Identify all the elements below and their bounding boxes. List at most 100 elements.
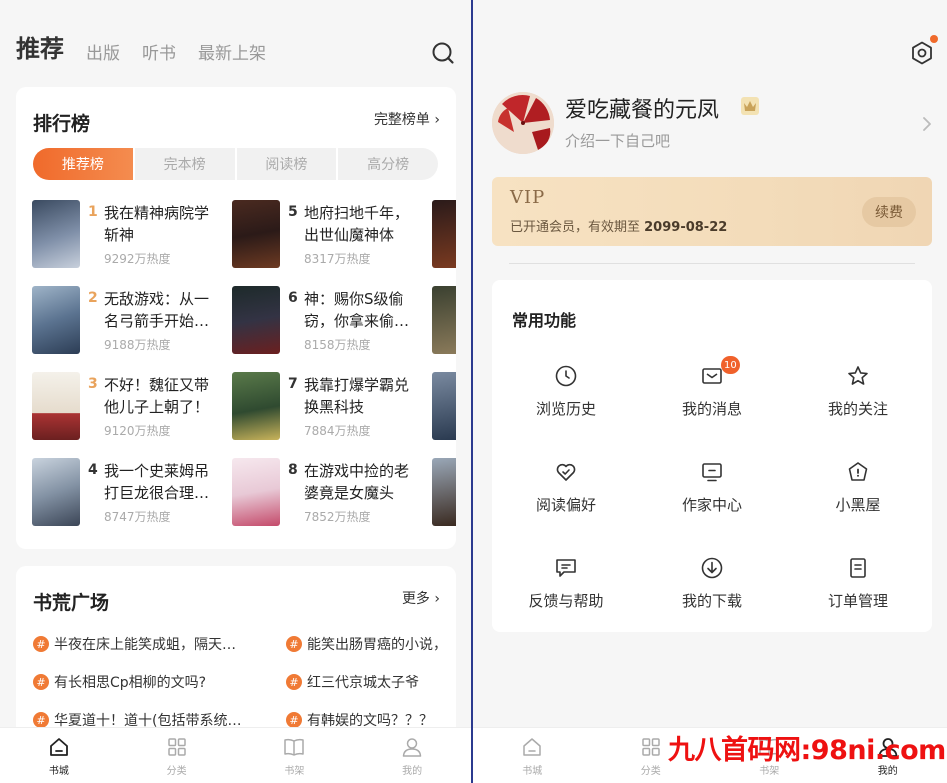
book-item[interactable]: 3 不好！魏征又带他儿子上朝了！ 9120万热度 (32, 372, 232, 442)
book-heat: 8317万热度 (304, 252, 371, 266)
nav-profile[interactable]: 我的 (353, 728, 471, 783)
book-heat: 9188万热度 (104, 338, 171, 352)
nav-bookshelf[interactable]: 书架 (236, 728, 354, 783)
username: 爱吃藏餐的元凤 (565, 98, 720, 123)
book-title: 我靠打爆学霸兑换黑科技 (304, 376, 410, 416)
star-icon (848, 366, 868, 385)
function-downloads[interactable]: 我的下载 (652, 556, 772, 616)
book-item[interactable]: 8 在游戏中捡的老婆竟是女魔头 7852万热度 (232, 458, 432, 528)
ranking-tab-recommend[interactable]: 推荐榜 (33, 148, 133, 180)
book-cover[interactable] (432, 286, 456, 354)
plaza-topic[interactable]: # 红三代京城太子爷 (286, 672, 456, 692)
chevron-right-icon: › (434, 591, 440, 607)
ranking-tabs: 推荐榜 完本榜 阅读榜 高分榜 (33, 148, 438, 180)
function-reading-preference[interactable]: 阅读偏好 (506, 460, 626, 520)
chevron-right-icon[interactable] (921, 114, 933, 134)
category-icon (167, 737, 186, 756)
bookshelf-icon (284, 738, 305, 756)
function-orders[interactable]: 订单管理 (798, 556, 918, 616)
book-cover (32, 286, 80, 354)
house-icon (848, 462, 868, 481)
book-cover (232, 286, 280, 354)
settings-icon[interactable] (909, 40, 935, 66)
function-label: 小黑屋 (835, 496, 881, 514)
function-label: 订单管理 (827, 592, 888, 610)
book-cover[interactable] (432, 372, 456, 440)
hashtag-icon: # (286, 712, 302, 728)
hashtag-icon: # (33, 712, 49, 728)
book-cover (232, 372, 280, 440)
function-following[interactable]: 我的关注 (798, 364, 918, 424)
function-feedback[interactable]: 反馈与帮助 (506, 556, 626, 616)
ranking-tab-completed[interactable]: 完本榜 (134, 148, 235, 180)
full-ranking-link[interactable]: 完整榜单 › (374, 109, 440, 129)
nav-category[interactable]: 分类 (118, 728, 236, 783)
book-heat: 8158万热度 (304, 338, 371, 352)
monitor-icon (702, 463, 722, 482)
function-writer-center[interactable]: 作家中心 (652, 460, 772, 520)
nav-label: 书架 (284, 765, 305, 777)
book-item[interactable]: 6 神：赐你S级偷窃，你拿来偷… 8158万热度 (232, 286, 432, 356)
nav-label: 书城 (522, 765, 543, 777)
clock-icon (555, 365, 577, 387)
bookstore-icon (49, 737, 68, 756)
book-item[interactable]: 5 地府扫地千年，出世仙魔神体 8317万热度 (232, 200, 432, 270)
function-label: 作家中心 (681, 496, 742, 514)
nav-bookstore[interactable]: 书城 (0, 728, 118, 783)
vip-card[interactable]: VIP 已开通会员，有效期至 2099-08-22 续费 (492, 177, 932, 246)
function-history[interactable]: 浏览历史 (506, 364, 626, 424)
ranking-tab-high-score[interactable]: 高分榜 (338, 148, 438, 180)
book-cover[interactable] (432, 200, 456, 268)
fan-avatar-icon (492, 92, 554, 154)
nav-bookstore[interactable]: 书城 (473, 728, 592, 783)
tab-new-arrivals[interactable]: 最新上架 (198, 39, 266, 64)
profile-intro[interactable]: 介绍一下自己吧 (565, 130, 670, 151)
ranking-card: 排行榜 完整榜单 › 推荐榜 完本榜 阅读榜 高分榜 1 我在精神病院学斩神 9… (16, 87, 456, 549)
plaza-topic[interactable]: # 能笑出肠胃癌的小说， (286, 634, 456, 654)
avatar[interactable] (492, 92, 554, 154)
function-messages[interactable]: 10 我的消息 (652, 356, 772, 424)
hashtag-icon: # (286, 674, 302, 690)
rank-number: 5 (288, 204, 298, 220)
book-item[interactable]: 4 我一个史莱姆吊打巨龙很合理… 8747万热度 (32, 458, 232, 528)
book-cover (232, 200, 280, 268)
book-title: 无敌游戏：从一名弓箭手开始… (104, 290, 210, 330)
rank-number: 3 (88, 376, 98, 392)
book-cover (32, 372, 80, 440)
function-blacklist[interactable]: 小黑屋 (798, 460, 918, 520)
message-badge: 10 (721, 356, 740, 374)
book-item[interactable]: 1 我在精神病院学斩神 9292万热度 (32, 200, 232, 270)
plaza-topic-text: 有长相思Cp相柳的文吗? (54, 675, 207, 691)
book-item[interactable]: 2 无敌游戏：从一名弓箭手开始… 9188万热度 (32, 286, 232, 356)
divider (509, 263, 915, 264)
nav-label: 我的 (402, 765, 423, 777)
nav-label: 书城 (48, 765, 69, 777)
plaza-topic[interactable]: # 半夜在床上能笑成蛆，隔天… (33, 634, 248, 654)
plaza-more-link[interactable]: 更多 › (402, 588, 440, 608)
plaza-topic[interactable]: # 有长相思Cp相柳的文吗? (33, 672, 248, 692)
book-item[interactable]: 7 我靠打爆学霸兑换黑科技 7884万热度 (232, 372, 432, 442)
bottom-nav: 书城 分类 书架 我的 (0, 727, 471, 783)
ranking-tab-reading[interactable]: 阅读榜 (236, 148, 337, 180)
book-heat: 9292万热度 (104, 252, 171, 266)
watermark: 九八首码网:98ni.com (668, 735, 946, 766)
notification-dot (930, 35, 938, 43)
nav-label: 分类 (166, 765, 187, 777)
renew-button[interactable]: 续费 (862, 197, 916, 227)
rank-number: 8 (288, 462, 298, 478)
book-cover[interactable] (432, 458, 456, 526)
tab-publish[interactable]: 出版 (86, 39, 120, 64)
book-title: 我一个史莱姆吊打巨龙很合理… (104, 462, 210, 502)
profile-screen: 爱吃藏餐的元凤 介绍一下自己吧 VIP 已开通会员，有效期至 2099-08-2… (473, 0, 947, 783)
rank-number: 4 (88, 462, 98, 478)
tab-audiobook[interactable]: 听书 (142, 39, 176, 64)
function-label: 反馈与帮助 (528, 592, 604, 610)
hashtag-icon: # (286, 636, 302, 652)
book-title: 不好！魏征又带他儿子上朝了！ (104, 376, 210, 416)
search-icon[interactable] (430, 40, 456, 66)
functions-title: 常用功能 (512, 311, 577, 330)
heart-check-icon (556, 463, 576, 481)
function-label: 我的消息 (681, 400, 742, 418)
tab-recommend[interactable]: 推荐 (16, 29, 64, 64)
top-tabs: 推荐 出版 听书 最新上架 (16, 28, 266, 64)
